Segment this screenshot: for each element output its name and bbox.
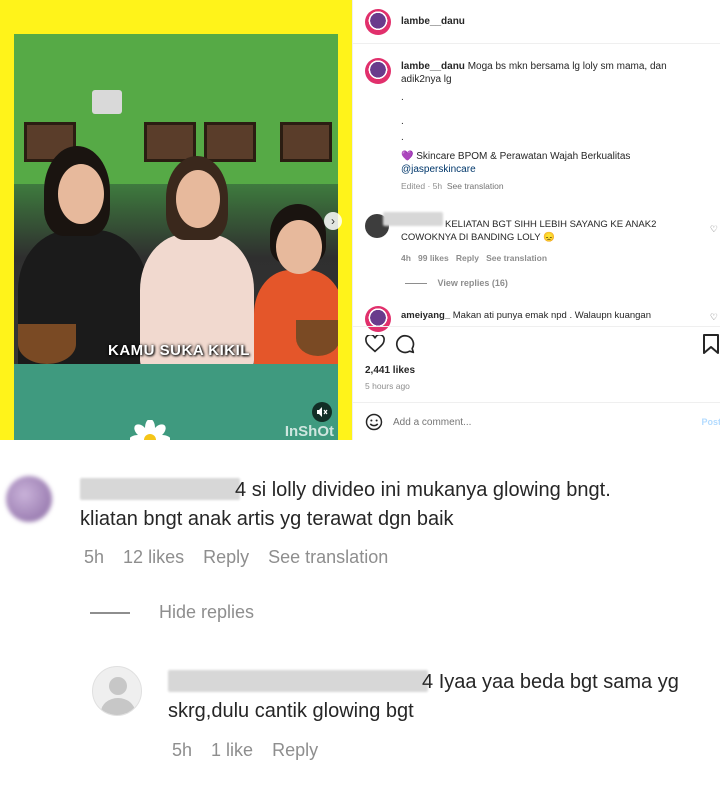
post-caption: lambe__danu Moga bs mkn bersama lg loly … bbox=[401, 60, 705, 193]
video-ac-unit bbox=[92, 90, 122, 114]
avatar-body bbox=[101, 698, 135, 715]
post-media[interactable]: KAMU SUKA KIKIL InShOt › bbox=[0, 0, 352, 440]
comment-time: 5h bbox=[84, 547, 105, 567]
zoom-reply-line-1: 4 Iyaa yaa beda bgt sama yg bbox=[168, 668, 718, 697]
default-avatar[interactable] bbox=[92, 666, 142, 716]
heart-icon[interactable] bbox=[365, 335, 385, 353]
replies-line bbox=[405, 283, 427, 285]
zoom-comment-text-line-2: kliatan bngt anak artis yg terawat dgn b… bbox=[80, 508, 454, 530]
comment-2-text: Makan ati punya emak npd . Walaupn kuang… bbox=[452, 310, 651, 321]
comment-heart-icon[interactable]: ♡ bbox=[710, 312, 718, 323]
video-wall-frame bbox=[280, 122, 332, 162]
video-player[interactable]: KAMU SUKA KIKIL InShOt bbox=[14, 34, 338, 440]
comment-likes[interactable]: 1 like bbox=[211, 740, 253, 760]
reply-button[interactable]: Reply bbox=[456, 253, 479, 263]
zoom-reply-text: Iyaa yaa beda bgt sama yg bbox=[438, 671, 679, 693]
see-translation-link[interactable]: See translation bbox=[486, 253, 547, 263]
caption-username[interactable]: lambe__danu bbox=[401, 61, 465, 72]
comment-1: KELIATAN BGT SIHH LEBIH SAYANG KE ANAK2 … bbox=[401, 218, 701, 265]
promo-line: 💜 Skincare BPOM & Perawatan Wajah Berkua… bbox=[401, 150, 705, 163]
post-username[interactable]: lambe__danu bbox=[401, 16, 465, 27]
reply-button[interactable]: Reply bbox=[203, 547, 249, 567]
video-wall-frame bbox=[204, 122, 256, 162]
post-time: 5 hours ago bbox=[365, 381, 410, 391]
edited-time: Edited · 5h bbox=[401, 181, 443, 191]
hide-replies-label: Hide replies bbox=[159, 602, 255, 622]
instagram-post: KAMU SUKA KIKIL InShOt › lambe__danu lam… bbox=[0, 0, 720, 440]
post-header: lambe__danu bbox=[353, 0, 720, 44]
flower-sticker bbox=[130, 420, 170, 440]
comment-1-text: KELIATAN BGT SIHH LEBIH SAYANG KE ANAK2 … bbox=[401, 219, 657, 243]
add-comment-input[interactable] bbox=[393, 412, 673, 432]
comment-time: 4h bbox=[401, 253, 411, 263]
caption-meta: Edited · 5h See translation bbox=[401, 180, 705, 193]
caption-dots: . . . bbox=[401, 90, 705, 146]
comment-icon[interactable] bbox=[395, 334, 415, 354]
video-person-face bbox=[176, 170, 220, 228]
comment-1-meta: 4h 99 likes Reply See translation bbox=[401, 252, 701, 265]
replies-line bbox=[90, 612, 130, 615]
caption-dot: . bbox=[401, 92, 404, 103]
avatar-head bbox=[109, 677, 127, 695]
video-bowl bbox=[296, 320, 338, 356]
post-comment-button[interactable]: Post bbox=[701, 417, 720, 427]
see-translation-link[interactable]: See translation bbox=[447, 181, 504, 191]
zoom-reply-text-line-2: skrg,dulu cantik glowing bgt bbox=[168, 700, 414, 722]
video-caption-overlay: KAMU SUKA KIKIL bbox=[108, 342, 250, 359]
comment-2: ameiyang_ Makan ati punya emak npd . Wal… bbox=[401, 310, 651, 321]
view-replies-label: View replies (16) bbox=[437, 278, 508, 288]
comment-time: 5h bbox=[172, 740, 193, 760]
avatar[interactable] bbox=[365, 9, 391, 35]
promo-handle-link[interactable]: @jasperskincare bbox=[401, 163, 705, 176]
comment-likes[interactable]: 99 likes bbox=[418, 253, 449, 263]
comment-avatar-blurred[interactable] bbox=[6, 476, 52, 522]
caption-dot: . bbox=[401, 116, 404, 127]
comment-heart-icon[interactable]: ♡ bbox=[710, 224, 718, 235]
chevron-right-icon[interactable]: › bbox=[324, 212, 342, 230]
comment-likes[interactable]: 12 likes bbox=[123, 547, 184, 567]
zoom-comment: 4 si lolly divideo ini mukanya glowing b… bbox=[80, 476, 710, 568]
emoji-icon[interactable] bbox=[365, 413, 383, 431]
video-watermark: InShOt bbox=[284, 423, 334, 440]
sound-off-icon[interactable] bbox=[312, 402, 332, 422]
video-wall-frame bbox=[144, 122, 196, 162]
purple-heart-icon: 💜 bbox=[401, 151, 414, 162]
zoom-reply-meta: 5h 1 like Reply bbox=[168, 740, 718, 761]
reply-button[interactable]: Reply bbox=[272, 740, 318, 760]
comment-2-username[interactable]: ameiyang_ bbox=[401, 310, 450, 321]
zoom-comment-text: si lolly divideo ini mukanya glowing bng… bbox=[251, 479, 611, 501]
mention-fragment[interactable]: 4 bbox=[422, 671, 433, 693]
post-actions: 2,441 likes 5 hours ago bbox=[353, 326, 720, 402]
zoom-comment-meta: 5h 12 likes Reply See translation bbox=[80, 547, 710, 568]
mention-fragment[interactable]: 4 bbox=[235, 479, 246, 501]
zoom-comment-line-1: 4 si lolly divideo ini mukanya glowing b… bbox=[80, 476, 710, 505]
post-side-panel: lambe__danu lambe__danu Moga bs mkn bers… bbox=[352, 0, 720, 440]
caption-dot: . bbox=[401, 132, 404, 143]
video-person-face bbox=[276, 220, 322, 274]
zoom-reply: 4 Iyaa yaa beda bgt sama yg skrg,dulu ca… bbox=[168, 668, 718, 761]
add-comment-bar: Post bbox=[353, 402, 720, 440]
caption-avatar[interactable] bbox=[365, 58, 391, 84]
see-translation-link[interactable]: See translation bbox=[268, 547, 388, 567]
video-person-face bbox=[58, 164, 104, 224]
promo-text: Skincare BPOM & Perawatan Wajah Berkuali… bbox=[416, 151, 631, 162]
view-replies-button[interactable]: View replies (16) bbox=[405, 278, 508, 288]
hide-replies-button[interactable]: Hide replies bbox=[90, 602, 254, 623]
screenshot-collage: KAMU SUKA KIKIL InShOt › lambe__danu lam… bbox=[0, 0, 720, 806]
zoomed-comments: 4 si lolly divideo ini mukanya glowing b… bbox=[0, 440, 720, 806]
video-bowl bbox=[18, 324, 76, 364]
likes-count[interactable]: 2,441 likes bbox=[365, 365, 415, 376]
bookmark-icon[interactable] bbox=[703, 334, 719, 354]
